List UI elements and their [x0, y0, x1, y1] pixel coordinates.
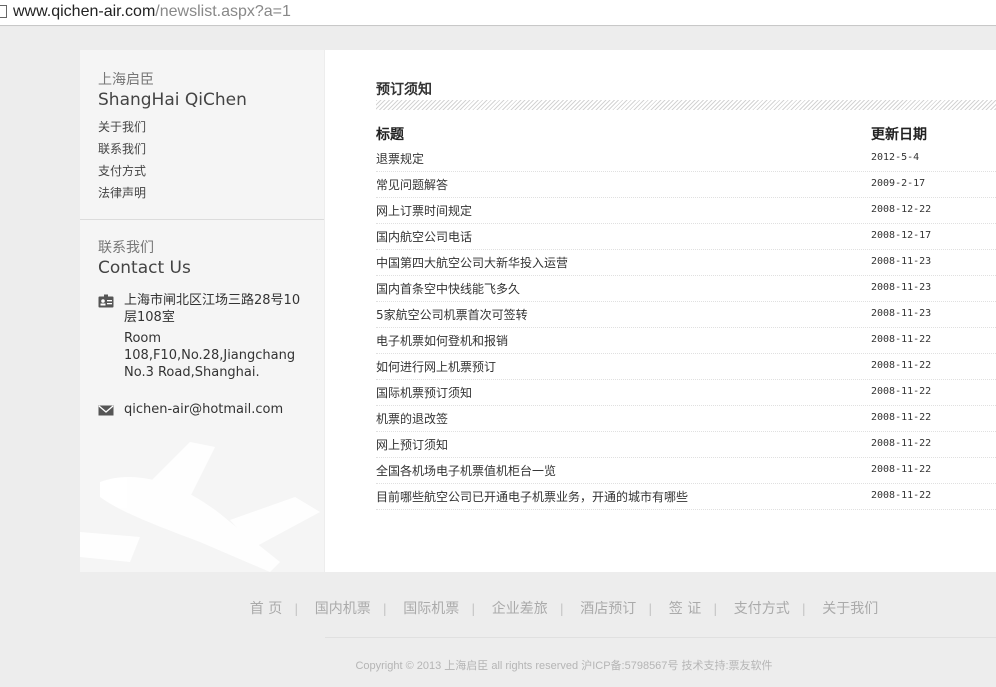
footer-separator: | — [801, 602, 806, 616]
url-host: www.qichen-air.com — [13, 3, 156, 20]
section-title: 预订须知 — [376, 82, 432, 98]
table-row: 退票规定 2012-5-4 — [376, 146, 996, 172]
news-title-link[interactable]: 国际机票预订须知 — [376, 384, 472, 401]
footer-separator: | — [648, 602, 653, 616]
footer-link-hotel[interactable]: 酒店预订 — [580, 601, 636, 617]
footer-separator: | — [294, 602, 299, 616]
footer-link-international-tickets[interactable]: 国际机票 — [403, 601, 459, 617]
news-title-link[interactable]: 电子机票如何登机和报销 — [376, 332, 508, 349]
news-title-link[interactable]: 目前哪些航空公司已开通电子机票业务，开通的城市有哪些 — [376, 488, 688, 505]
column-header-date: 更新日期 — [871, 127, 927, 143]
url-path: /newslist.aspx?a=1 — [155, 3, 291, 20]
about-section: 上海启臣 ShangHai QiChen 关于我们 联系我们 支付方式 法律声明 — [98, 72, 247, 204]
url-text[interactable]: www.qichen-air.com/newslist.aspx?a=1 — [13, 3, 291, 21]
table-row: 机票的退改签 2008-11-22 — [376, 406, 996, 432]
news-date: 2008-11-22 — [871, 386, 932, 397]
main-content: 预订须知 标题 更新日期 退票规定 2012-5-4 常见问题解答 2009-2-1… — [325, 50, 996, 572]
about-title-cn: 上海启臣 — [98, 72, 154, 88]
news-date: 2008-11-23 — [871, 256, 932, 267]
page-icon — [0, 5, 7, 18]
news-date: 2008-11-23 — [871, 308, 932, 319]
news-title-link[interactable]: 常见问题解答 — [376, 176, 448, 193]
footer-link-domestic-tickets[interactable]: 国内机票 — [315, 601, 371, 617]
footer-separator: | — [471, 602, 476, 616]
footer-link-business-travel[interactable]: 企业差旅 — [492, 601, 548, 617]
footer-separator: | — [713, 602, 718, 616]
news-title-link[interactable]: 全国各机场电子机票值机柜台一览 — [376, 462, 556, 479]
news-date: 2008-11-22 — [871, 464, 932, 475]
footer-link-about[interactable]: 关于我们 — [822, 601, 878, 617]
address-en: Room 108,F10,No.28,Jiangchang No.3 Road,… — [124, 331, 296, 380]
table-row: 如何进行网上机票预订 2008-11-22 — [376, 354, 996, 380]
sidebar-link-about[interactable]: 关于我们 — [98, 116, 247, 138]
news-date: 2008-12-17 — [871, 230, 932, 241]
footer-divider — [325, 637, 996, 638]
airplane-watermark-icon — [80, 442, 320, 572]
table-row: 5家航空公司机票首次可签转 2008-11-23 — [376, 302, 996, 328]
table-row: 国际机票预订须知 2008-11-22 — [376, 380, 996, 406]
column-header-title: 标题 — [376, 127, 404, 143]
footer-separator: | — [559, 602, 564, 616]
news-title-link[interactable]: 如何进行网上机票预订 — [376, 358, 496, 375]
table-row: 中国第四大航空公司大新华投入运营 2008-11-23 — [376, 250, 996, 276]
sidebar-link-payment[interactable]: 支付方式 — [98, 160, 247, 182]
table-row: 国内首条空中快线能飞多久 2008-11-23 — [376, 276, 996, 302]
news-title-link[interactable]: 国内航空公司电话 — [376, 228, 472, 245]
id-card-icon — [98, 294, 114, 308]
contact-title-cn: 联系我们 — [98, 240, 154, 256]
table-row: 目前哪些航空公司已开通电子机票业务，开通的城市有哪些 2008-11-22 — [376, 484, 996, 510]
contact-section: 联系我们 Contact Us 上海市闸北区江场三路28号10层108室 Roo… — [98, 240, 308, 418]
news-title-link[interactable]: 5家航空公司机票首次可签转 — [376, 306, 528, 323]
footer-nav: 首 页 | 国内机票 | 国际机票 | 企业差旅 | 酒店预订 | 签 证 | 支付方式 | … — [0, 598, 996, 618]
envelope-icon — [98, 405, 114, 416]
news-date: 2008-11-22 — [871, 360, 932, 371]
table-row: 网上预订须知 2008-11-22 — [376, 432, 996, 458]
news-date: 2008-11-23 — [871, 282, 932, 293]
table-row: 全国各机场电子机票值机柜台一览 2008-11-22 — [376, 458, 996, 484]
news-title-link[interactable]: 网上预订须知 — [376, 436, 448, 453]
news-date: 2008-11-22 — [871, 412, 932, 423]
contact-title-en: Contact Us — [98, 258, 191, 278]
address-cn: 上海市闸北区江场三路28号10层108室 — [124, 293, 301, 325]
news-date: 2012-5-4 — [871, 152, 920, 163]
news-date: 2008-11-22 — [871, 438, 932, 449]
table-row: 电子机票如何登机和报销 2008-11-22 — [376, 328, 996, 354]
table-header: 标题 更新日期 — [376, 124, 996, 146]
news-date: 2008-11-22 — [871, 490, 932, 501]
sidebar-link-contact[interactable]: 联系我们 — [98, 138, 247, 160]
address-bar[interactable]: www.qichen-air.com/newslist.aspx?a=1 — [0, 0, 996, 26]
news-list: 退票规定 2012-5-4 常见问题解答 2009-2-17 网上订票时间规定 200… — [376, 146, 996, 510]
news-title-link[interactable]: 退票规定 — [376, 150, 424, 167]
sidebar-divider — [80, 219, 324, 220]
news-date: 2008-11-22 — [871, 334, 932, 345]
table-row: 网上订票时间规定 2008-12-22 — [376, 198, 996, 224]
table-row: 国内航空公司电话 2008-12-17 — [376, 224, 996, 250]
about-title-en: ShangHai QiChen — [98, 90, 247, 110]
news-date: 2009-2-17 — [871, 178, 926, 189]
email-block: qichen-air@hotmail.com — [98, 401, 308, 418]
footer-link-home[interactable]: 首 页 — [250, 601, 282, 617]
sidebar: 上海启臣 ShangHai QiChen 关于我们 联系我们 支付方式 法律声明… — [80, 50, 324, 572]
news-title-link[interactable]: 网上订票时间规定 — [376, 202, 472, 219]
news-title-link[interactable]: 机票的退改签 — [376, 410, 448, 427]
news-title-link[interactable]: 国内首条空中快线能飞多久 — [376, 280, 520, 297]
sidebar-link-legal[interactable]: 法律声明 — [98, 182, 247, 204]
copyright-text: Copyright © 2013 上海启臣 all rights reserve… — [355, 660, 773, 672]
news-title-link[interactable]: 中国第四大航空公司大新华投入运营 — [376, 254, 568, 271]
email-text[interactable]: qichen-air@hotmail.com — [124, 402, 283, 417]
footer-link-payment[interactable]: 支付方式 — [734, 601, 790, 617]
title-stripe-divider — [376, 100, 996, 110]
footer-separator: | — [382, 602, 387, 616]
address-block: 上海市闸北区江场三路28号10层108室 Room 108,F10,No.28,… — [98, 292, 308, 381]
about-links: 关于我们 联系我们 支付方式 法律声明 — [98, 116, 247, 204]
footer-link-visa[interactable]: 签 证 — [669, 601, 701, 617]
table-row: 常见问题解答 2009-2-17 — [376, 172, 996, 198]
news-date: 2008-12-22 — [871, 204, 932, 215]
